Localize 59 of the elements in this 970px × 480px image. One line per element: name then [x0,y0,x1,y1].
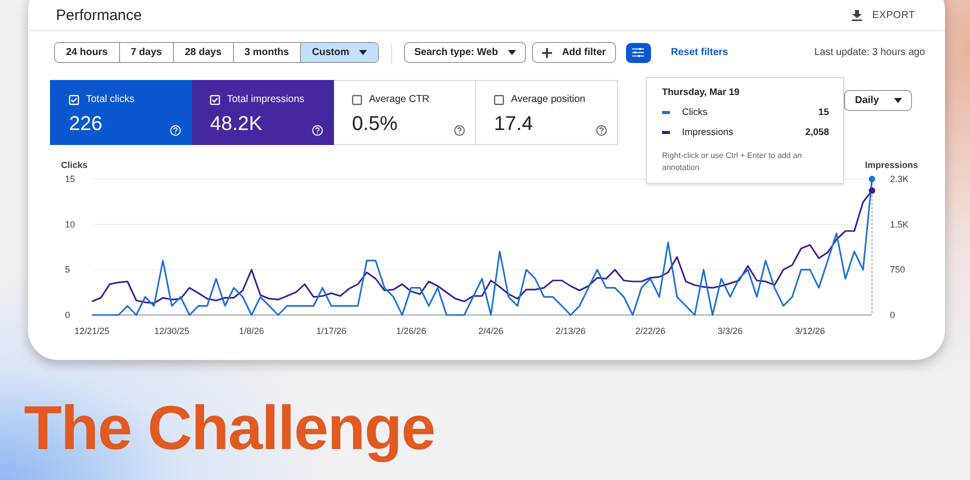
axis-tick-label: 10 [65,219,76,230]
axis-tick-label: 0 [65,310,70,320]
sliders-icon [632,48,644,57]
axis-tick-label: 3/3/26 [718,326,743,334]
metric-value: 0.5% [352,113,398,136]
search-type-dropdown[interactable]: Search type: Web [404,42,526,63]
axis-tick-label: 1/8/26 [239,326,264,334]
metric-value: 48.2K [210,113,262,136]
legend-swatch [662,111,670,114]
tooltip-label: Impressions [682,127,734,138]
export-button[interactable]: EXPORT [852,10,915,20]
axis-tick-label: 1/17/26 [316,326,346,334]
metric-label: Total clicks [86,94,134,105]
add-filter-button[interactable]: Add filter [532,42,616,63]
download-icon [852,10,862,20]
page-title: Performance [56,6,142,24]
metric-label: Total impressions [227,94,304,105]
axis-tick-label: 2.3K [890,174,909,184]
filter-settings-button[interactable] [626,42,651,62]
metric-card[interactable]: Average CTR 0.5% [334,80,476,145]
metric-label: Average position [511,94,586,105]
axis-tick-label: 12/30/25 [154,326,190,334]
metric-value: 17.4 [494,113,533,136]
caret-icon [894,98,902,103]
tooltip-hint: Right-click or use Ctrl + Enter to add an annotation [662,150,803,174]
axis-tick-label: 12/21/25 [74,326,110,334]
help-icon[interactable] [596,125,607,136]
axis-tick-label: 3/12/26 [794,326,825,334]
help-icon[interactable] [454,125,465,136]
metric-value: 226 [69,113,102,136]
headline: The Challenge [24,398,436,460]
axis-tick-label: 2/13/26 [556,326,586,334]
tooltip-value: 2,058 [805,127,829,138]
axis-tick-label: 750 [890,264,906,275]
axis-tick-label: 15 [65,174,76,184]
checkbox[interactable] [352,94,362,104]
data-point[interactable] [868,187,876,194]
axis-tick-label: 2/22/26 [635,326,666,334]
caret-icon [508,50,516,55]
granularity-dropdown[interactable]: Daily [844,90,912,111]
plus-icon [542,48,552,58]
last-update-text: Last update: 3 hours ago [814,47,925,58]
range-tab[interactable]: Custom [300,43,378,62]
axis-tick-label: 1.5K [890,219,909,230]
axis-title: Impressions [864,160,918,170]
axis-tick-label: 5 [65,264,70,275]
axis-tick-label: 1/26/26 [396,326,426,334]
legend-swatch [662,131,670,134]
axis-tick-label: 2/4/26 [478,326,504,334]
tooltip-date: Thursday, Mar 19 [662,87,740,98]
checkbox[interactable] [494,94,504,104]
tooltip-value: 15 [818,107,829,118]
axis-tick-label: 0 [890,310,896,320]
tooltip-label: Clicks [682,107,708,118]
axis-title: Clicks [61,160,88,170]
metric-card[interactable]: Average position 17.4 [476,80,618,145]
range-tab[interactable]: 24 hours [55,43,120,62]
metric-label: Average CTR [369,94,430,105]
reset-filters-link[interactable]: Reset filters [670,47,728,58]
